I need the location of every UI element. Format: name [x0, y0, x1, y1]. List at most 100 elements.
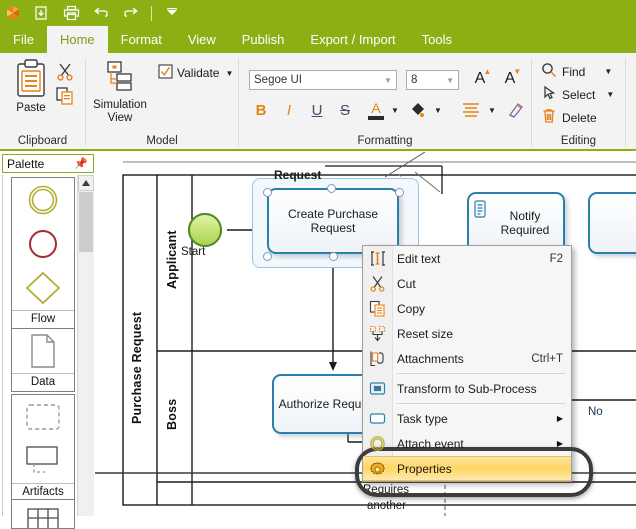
fill-color-button[interactable] [406, 98, 430, 122]
font-color-button[interactable]: A [364, 97, 388, 123]
grow-font-button[interactable]: A ▲ [467, 66, 493, 92]
font-family-value: Segoe UI [254, 74, 302, 86]
font-size-value: 8 [411, 74, 418, 86]
group-label-editing: Editing [560, 135, 597, 147]
save-icon[interactable] [26, 1, 56, 25]
tab-home[interactable]: Home [46, 26, 108, 53]
submenu-arrow-icon: ▶ [556, 439, 563, 448]
font-size-combo[interactable]: 8 ▼ [406, 70, 459, 90]
tab-file[interactable]: File [0, 26, 47, 53]
underline-button[interactable]: U [306, 98, 328, 122]
find-dropdown-icon[interactable]: ▼ [604, 67, 612, 76]
edit-text-icon [368, 249, 387, 268]
palette-shape-data-object[interactable] [12, 329, 74, 373]
cut-scissors-icon [368, 274, 387, 293]
reset-size-icon [368, 324, 387, 343]
resize-handle-tl[interactable] [263, 188, 272, 197]
menu-item-copy[interactable]: Copy [363, 296, 571, 321]
palette-scrollbar[interactable] [77, 175, 94, 516]
align-button[interactable] [459, 98, 483, 122]
palette-group-data-label: Data [12, 373, 74, 391]
menu-item-cut[interactable]: Cut [363, 271, 571, 296]
chevron-down-icon[interactable]: ▼ [384, 76, 392, 85]
lane-label-applicant: Applicant [165, 230, 179, 290]
chevron-down-icon[interactable]: ▼ [446, 76, 454, 85]
italic-button[interactable]: I [278, 98, 300, 122]
fill-color-dropdown-icon[interactable]: ▼ [432, 100, 444, 120]
palette-group-extra [11, 499, 75, 529]
resize-handle-t[interactable] [327, 184, 336, 193]
find-label: Find [562, 64, 586, 79]
scroll-up-icon[interactable] [78, 175, 94, 191]
font-color-swatch [368, 115, 384, 120]
pin-icon[interactable]: 📌 [74, 157, 88, 170]
font-family-combo[interactable]: Segoe UI ▼ [249, 70, 397, 90]
menu-item-attachments[interactable]: Attachments Ctrl+T [363, 346, 571, 371]
submenu-arrow-icon: ▶ [556, 414, 563, 423]
palette-scroll-thumb[interactable] [79, 192, 93, 252]
menu-separator [397, 403, 565, 404]
menu-item-task-type[interactable]: Task type ▶ [363, 406, 571, 431]
validate-dropdown-icon[interactable]: ▼ [225, 69, 233, 78]
properties-gear-icon [368, 460, 387, 479]
select-dropdown-icon[interactable]: ▼ [606, 90, 614, 99]
menu-item-label: Task type [397, 411, 448, 426]
paste-label: Paste [16, 102, 46, 114]
menu-item-attach-event[interactable]: Attach event ▶ [363, 431, 571, 456]
validate-label: Validate [177, 66, 220, 80]
cut-button[interactable] [55, 61, 75, 84]
delete-button[interactable]: Delete [541, 108, 597, 127]
tab-publish[interactable]: Publish [229, 26, 298, 53]
palette-group-flow: Flow [11, 177, 75, 329]
resize-handle-bl[interactable] [263, 252, 272, 261]
tab-format[interactable]: Format [108, 26, 175, 53]
validate-checkbox-icon[interactable] [158, 64, 173, 82]
select-label: Select [562, 87, 596, 102]
find-button[interactable]: Find ▼ [541, 62, 612, 81]
menu-item-label: Cut [397, 276, 416, 291]
resize-handle-b[interactable] [329, 252, 338, 261]
align-dropdown-icon[interactable]: ▼ [486, 100, 498, 120]
redo-icon[interactable] [116, 1, 146, 25]
app-cube-icon[interactable] [0, 1, 26, 25]
cursor-icon [541, 85, 557, 104]
simulation-view-button[interactable]: Simulation View [92, 58, 148, 132]
select-button[interactable]: Select ▼ [541, 85, 614, 104]
undo-icon[interactable] [86, 1, 116, 25]
paste-button[interactable]: Paste [8, 58, 54, 128]
toolbar-divider [151, 5, 152, 21]
palette-shape-table[interactable] [12, 500, 74, 528]
palette-shape-intermediate-event[interactable] [12, 222, 74, 266]
copy-icon [368, 299, 387, 318]
palette-shape-gateway[interactable] [12, 266, 74, 310]
palette-shape-end-event[interactable] [12, 178, 74, 222]
font-color-dropdown-icon[interactable]: ▼ [389, 100, 401, 120]
palette-shape-annotation[interactable] [12, 439, 74, 483]
menu-item-label: Reset size [397, 326, 454, 341]
copy-button[interactable] [55, 86, 75, 109]
validate-button[interactable]: Validate ▼ [158, 64, 233, 82]
bold-button[interactable]: B [250, 98, 272, 122]
quick-access-toolbar [0, 0, 636, 26]
tab-tools[interactable]: Tools [409, 26, 465, 53]
print-icon[interactable] [56, 1, 86, 25]
tab-export-import[interactable]: Export / Import [297, 26, 408, 53]
menu-item-label: Attachments [397, 351, 464, 366]
menu-item-label: Copy [397, 301, 426, 316]
menu-item-properties[interactable]: Properties [363, 456, 571, 481]
resize-handle-tr[interactable] [395, 188, 404, 197]
group-divider [625, 58, 626, 146]
shrink-font-button[interactable]: A ▼ [497, 66, 523, 92]
format-painter-button[interactable] [504, 98, 528, 122]
simulation-view-line2: View [107, 112, 133, 124]
lane-label-boss: Boss [165, 398, 179, 430]
tab-view[interactable]: View [175, 26, 229, 53]
strikethrough-button[interactable]: S [334, 98, 356, 122]
task-partial-right[interactable] [588, 192, 636, 254]
menu-item-reset-size[interactable]: Reset size [363, 321, 571, 346]
context-menu[interactable]: Edit text F2 Cut Copy Reset size Attachm… [362, 245, 572, 482]
customize-quick-access-icon[interactable] [157, 1, 187, 25]
menu-item-edit-text[interactable]: Edit text F2 [363, 246, 571, 271]
menu-item-transform-to-sub-process[interactable]: Transform to Sub-Process [363, 376, 571, 401]
palette-shape-group[interactable] [12, 395, 74, 439]
